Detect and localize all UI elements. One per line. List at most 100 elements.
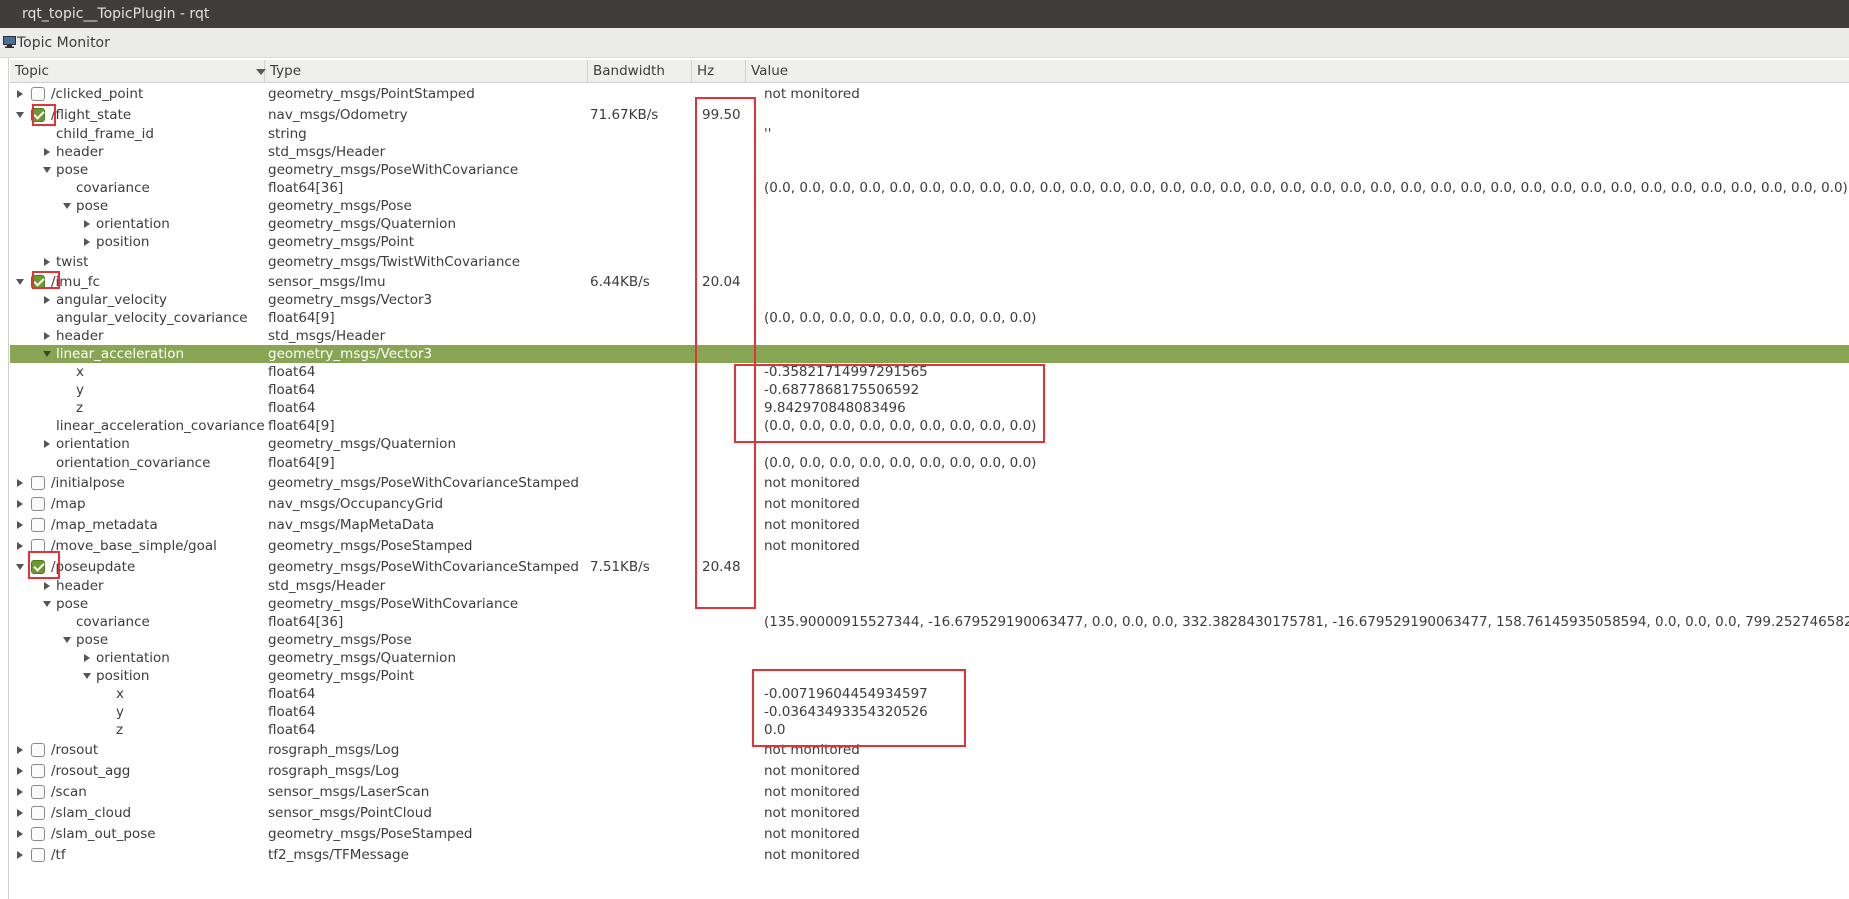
- tree-row[interactable]: /map nav_msgs/OccupancyGrid not monitored: [10, 493, 1849, 514]
- tree-row[interactable]: /imu_fc sensor_msgs/Imu 6.44KB/s 20.04: [10, 272, 1849, 291]
- expand-arrow-icon[interactable]: [44, 257, 50, 266]
- tree-row[interactable]: pose geometry_msgs/Pose: [10, 631, 1849, 649]
- tree-row[interactable]: twist geometry_msgs/TwistWithCovariance: [10, 251, 1849, 272]
- monitor-checkbox[interactable]: [31, 805, 45, 820]
- tree-row-bandwidth-cell: [590, 685, 700, 703]
- tree-row[interactable]: /flight_state nav_msgs/Odometry 71.67KB/s 9…: [10, 104, 1849, 125]
- expand-arrow-icon[interactable]: [17, 808, 23, 817]
- collapse-arrow-icon[interactable]: [16, 111, 24, 118]
- column-header-bandwidth[interactable]: Bandwidth: [588, 60, 692, 83]
- tree-row[interactable]: child_frame_id string '': [10, 125, 1849, 143]
- tree-row-topic-cell: header: [10, 327, 264, 345]
- collapse-arrow-icon[interactable]: [16, 563, 24, 570]
- tree-row-topic-label: orientation: [96, 650, 170, 666]
- collapse-arrow-icon[interactable]: [43, 351, 51, 357]
- monitor-checkbox[interactable]: [31, 87, 45, 101]
- tree-row[interactable]: header std_msgs/Header: [10, 577, 1849, 595]
- monitor-checkbox[interactable]: [31, 826, 45, 841]
- tree-row-value-cell: [764, 291, 1844, 309]
- tree-row-type-cell: geometry_msgs/Point: [268, 234, 415, 250]
- expand-arrow-icon[interactable]: [17, 787, 23, 796]
- tree-row-bandwidth-cell: [590, 399, 700, 417]
- tree-row-bandwidth-cell: [590, 721, 700, 739]
- tree-row[interactable]: angular_velocity_covariance float64[9] (0.…: [10, 309, 1849, 327]
- expand-arrow-icon[interactable]: [17, 850, 23, 859]
- expand-arrow-icon[interactable]: [17, 766, 23, 775]
- column-header-hz[interactable]: Hz: [692, 60, 746, 83]
- monitor-checkbox[interactable]: [31, 847, 45, 862]
- expand-arrow-icon[interactable]: [84, 238, 90, 246]
- tree-row-value-cell: not monitored: [764, 86, 860, 102]
- monitor-checkbox[interactable]: [31, 763, 45, 778]
- tree-row[interactable]: /initialpose geometry_msgs/PoseWithCovari…: [10, 472, 1849, 493]
- tree-row-bandwidth-cell: [590, 417, 700, 435]
- expand-arrow-icon[interactable]: [44, 440, 50, 448]
- collapse-arrow-icon[interactable]: [43, 167, 51, 173]
- tree-row-value-cell: [764, 197, 1844, 215]
- collapse-arrow-icon[interactable]: [63, 203, 71, 209]
- tree-row[interactable]: /map_metadata nav_msgs/MapMetaData not mon…: [10, 514, 1849, 535]
- expand-arrow-icon[interactable]: [17, 499, 23, 508]
- expand-arrow-icon[interactable]: [84, 220, 90, 228]
- tree-row-value-cell: [764, 215, 1844, 233]
- tree-row[interactable]: pose geometry_msgs/PoseWithCovariance: [10, 161, 1849, 179]
- tree-row-topic-label: /map: [51, 495, 86, 512]
- tree-row-bandwidth-cell: [590, 291, 700, 309]
- tree-row-type-cell: float64[36]: [268, 614, 344, 630]
- expand-arrow-icon[interactable]: [44, 332, 50, 340]
- expand-arrow-icon[interactable]: [17, 829, 23, 838]
- collapse-arrow-icon[interactable]: [83, 673, 91, 679]
- column-header-type[interactable]: Type: [265, 60, 588, 83]
- tree-row[interactable]: orientation geometry_msgs/Quaternion: [10, 649, 1849, 667]
- expand-arrow-icon[interactable]: [44, 296, 50, 304]
- tree-row[interactable]: covariance float64[36] (0.0, 0.0, 0.0, 0.0…: [10, 179, 1849, 197]
- expand-arrow-icon[interactable]: [17, 520, 23, 529]
- monitor-checkbox[interactable]: [31, 742, 45, 757]
- expand-arrow-icon[interactable]: [17, 90, 23, 98]
- tree-row[interactable]: /scan sensor_msgs/LaserScan not monitored: [10, 781, 1849, 802]
- column-header-topic[interactable]: Topic: [10, 60, 265, 83]
- tree-row[interactable]: /slam_out_pose geometry_msgs/PoseStamped n…: [10, 823, 1849, 844]
- tree-row-value-cell: [764, 649, 1844, 667]
- expand-arrow-icon[interactable]: [44, 582, 50, 590]
- annotation-box-position-values: [752, 669, 966, 747]
- tree-row[interactable]: header std_msgs/Header: [10, 143, 1849, 161]
- tree-row[interactable]: header std_msgs/Header: [10, 327, 1849, 345]
- collapse-arrow-icon[interactable]: [63, 637, 71, 643]
- tree-row-topic-label: linear_acceleration: [56, 346, 185, 362]
- tree-row[interactable]: /clicked_point geometry_msgs/PointStamped…: [10, 84, 1849, 104]
- expand-arrow-icon[interactable]: [44, 148, 50, 156]
- column-header-value[interactable]: Value: [746, 60, 1849, 83]
- tree-row[interactable]: orientation_covariance float64[9] (0.0, 0.…: [10, 453, 1849, 472]
- tree-row[interactable]: /move_base_simple/goal geometry_msgs/Pose…: [10, 535, 1849, 556]
- annotation-box-hz-column: [695, 97, 756, 609]
- monitor-checkbox[interactable]: [31, 517, 45, 532]
- expand-arrow-icon[interactable]: [17, 745, 23, 754]
- collapse-arrow-icon[interactable]: [43, 601, 51, 607]
- tree-row-topic-cell: x: [10, 363, 264, 381]
- tree-row-topic-label: x: [76, 364, 84, 380]
- tree-row[interactable]: orientation geometry_msgs/Quaternion: [10, 215, 1849, 233]
- monitor-checkbox[interactable]: [31, 784, 45, 799]
- tree-row[interactable]: pose geometry_msgs/Pose: [10, 197, 1849, 215]
- tree-row-topic-cell: header: [10, 143, 264, 161]
- tree-row[interactable]: angular_velocity geometry_msgs/Vector3: [10, 291, 1849, 309]
- tree-row-type-cell: std_msgs/Header: [268, 144, 386, 160]
- expand-arrow-icon[interactable]: [17, 478, 23, 487]
- tree-row[interactable]: position geometry_msgs/Point: [10, 233, 1849, 251]
- tree-row[interactable]: linear_acceleration geometry_msgs/Vector3: [10, 345, 1849, 363]
- tree-row[interactable]: pose geometry_msgs/PoseWithCovariance: [10, 595, 1849, 613]
- tree-row[interactable]: /rosout_agg rosgraph_msgs/Log not monitore…: [10, 760, 1849, 781]
- tree-row[interactable]: covariance float64[36] (135.90000915527344…: [10, 613, 1849, 631]
- expand-arrow-icon[interactable]: [84, 654, 90, 662]
- tree-row-bandwidth-cell: [590, 327, 700, 345]
- tree-row[interactable]: /tf tf2_msgs/TFMessage not monitored: [10, 844, 1849, 865]
- tree-row-bandwidth-cell: [590, 844, 700, 865]
- collapse-arrow-icon[interactable]: [16, 278, 24, 285]
- tree-row[interactable]: /poseupdate geometry_msgs/PoseWithCovaria…: [10, 556, 1849, 577]
- monitor-checkbox[interactable]: [31, 496, 45, 511]
- expand-arrow-icon[interactable]: [17, 541, 23, 550]
- monitor-checkbox[interactable]: [31, 475, 45, 490]
- tree-row[interactable]: /slam_cloud sensor_msgs/PointCloud not mon…: [10, 802, 1849, 823]
- tree-row-bandwidth-cell: [590, 493, 700, 514]
